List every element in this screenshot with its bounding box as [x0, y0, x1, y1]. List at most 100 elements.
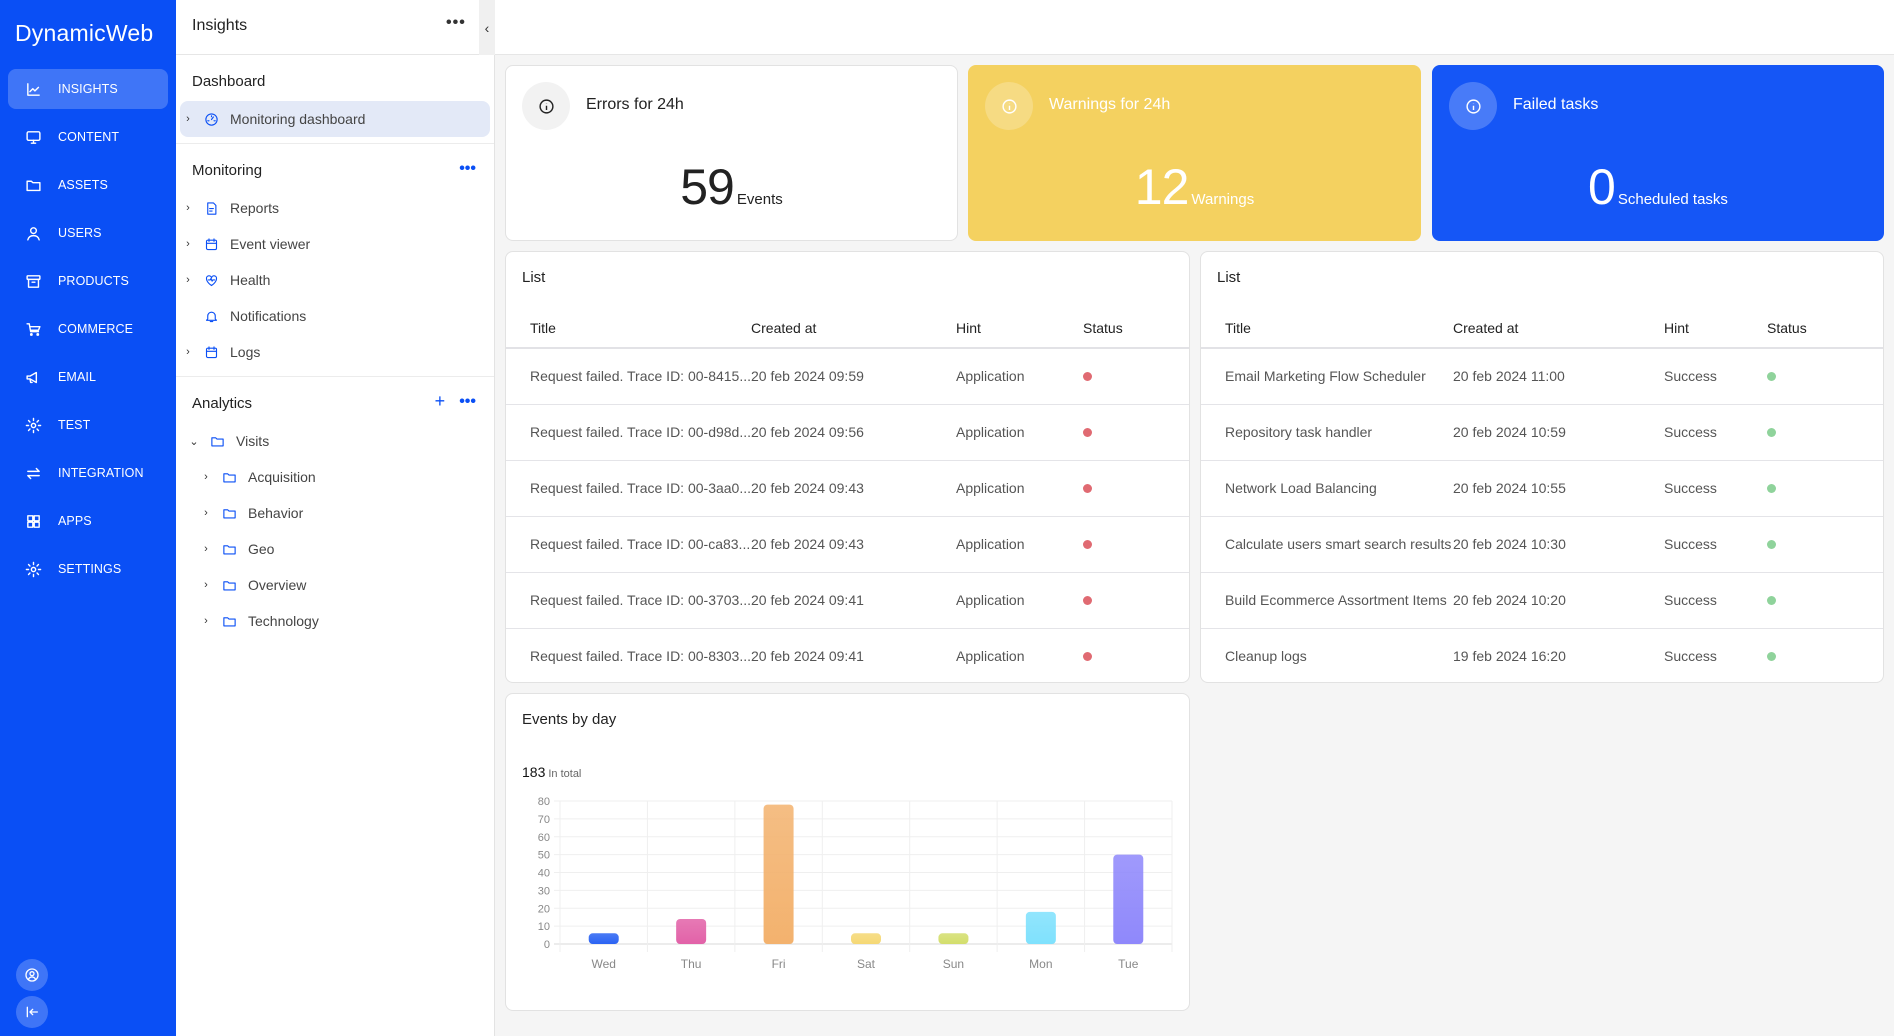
x-tick-label: Tue: [1118, 957, 1139, 971]
cell-created: 20 feb 2024 11:00: [1453, 348, 1664, 405]
cell-hint: Application: [956, 348, 1084, 405]
tree-item-label: Reports: [230, 200, 280, 216]
column-header-created[interactable]: Created at: [1453, 308, 1664, 349]
warnings-stat-card[interactable]: Warnings for 24h 12 Warnings: [968, 65, 1421, 241]
tree-item-event-viewer[interactable]: › Event viewer: [176, 226, 494, 262]
table-row[interactable]: Repository task handler 20 feb 2024 10:59…: [1201, 404, 1883, 461]
table-row[interactable]: Request failed. Trace ID: 00-3aa0... 20 f…: [506, 460, 1189, 517]
chevron-right-icon[interactable]: ›: [182, 202, 194, 214]
column-header-status[interactable]: Status: [1767, 308, 1883, 349]
nav-item-label: CONTENT: [58, 130, 120, 144]
nav-item-apps[interactable]: APPS: [8, 501, 168, 541]
chevron-right-icon[interactable]: ›: [182, 238, 194, 250]
nav-item-integration[interactable]: INTEGRATION: [8, 453, 168, 493]
tree-item-monitoring-dashboard[interactable]: › Monitoring dashboard: [180, 101, 490, 137]
table-row[interactable]: Email Marketing Flow Scheduler 20 feb 202…: [1201, 348, 1883, 405]
events-by-day-card: Events by day 183 In total 0 10 20 30 40 50 60 7…: [505, 693, 1190, 1011]
cell-status: [1767, 572, 1883, 629]
brand-logo[interactable]: DynamicWeb: [15, 20, 153, 47]
cell-title: Email Marketing Flow Scheduler: [1201, 348, 1453, 405]
cell-created: 20 feb 2024 09:41: [751, 648, 864, 665]
stat-unit: Events: [736, 191, 783, 208]
stat-unit: Warnings: [1191, 191, 1255, 208]
nav-item-email[interactable]: EMAIL: [8, 357, 168, 397]
chevron-right-icon[interactable]: ›: [200, 471, 212, 483]
column-header-title[interactable]: Title: [1201, 308, 1453, 349]
nav-item-insights[interactable]: INSIGHTS: [8, 69, 168, 109]
events-bar-chart: 0 10 20 30 40 50 60 70 80 Wed Thu Fri Sat Sun Mon Tue: [538, 796, 1173, 971]
tree-item-notifications[interactable]: Notifications: [176, 298, 494, 334]
collapse-panel-button[interactable]: ‹: [479, 0, 495, 55]
tree-more-button[interactable]: •••: [446, 14, 466, 32]
section-more-button[interactable]: •••: [459, 393, 476, 411]
tree-item-logs[interactable]: › Logs: [176, 334, 494, 370]
column-header-status[interactable]: Status: [1083, 308, 1189, 349]
cell-created: 20 feb 2024 10:20: [1453, 572, 1664, 629]
column-header-hint[interactable]: Hint: [1664, 308, 1767, 349]
tree-item-visits[interactable]: ⌄ Visits: [176, 423, 494, 459]
section-more-button[interactable]: •••: [459, 160, 476, 178]
table-row[interactable]: Request failed. Trace ID: 00-d98d... 20 f…: [506, 404, 1189, 461]
chevron-right-icon[interactable]: ›: [182, 274, 194, 286]
column-header-created[interactable]: Created at: [751, 308, 957, 349]
nav-item-users[interactable]: USERS: [8, 213, 168, 253]
stat-title: Failed tasks: [1513, 96, 1599, 113]
stat-number: 59: [680, 159, 735, 215]
nav-item-assets[interactable]: ASSETS: [8, 165, 168, 205]
tree-item-reports[interactable]: › Reports: [176, 190, 494, 226]
cell-status: [1083, 572, 1189, 629]
tree-item-acquisition[interactable]: › Acquisition: [176, 459, 494, 495]
column-header-title[interactable]: Title: [506, 308, 752, 349]
report-icon: [202, 199, 220, 217]
nav-item-content[interactable]: CONTENT: [8, 117, 168, 157]
chevron-right-icon[interactable]: ›: [200, 507, 212, 519]
table-row[interactable]: Build Ecommerce Assortment Items 20 feb 2…: [1201, 572, 1883, 629]
errors-table: Title Created at Hint Status Request fai…: [506, 308, 1189, 684]
nav-item-products[interactable]: PRODUCTS: [8, 261, 168, 301]
table-row[interactable]: Request failed. Trace ID: 00-3703... 20 f…: [506, 572, 1189, 629]
collapse-nav-button[interactable]: [16, 996, 48, 1028]
table-row[interactable]: Network Load Balancing 20 feb 2024 10:55 S…: [1201, 460, 1883, 517]
tree-item-geo[interactable]: › Geo: [176, 531, 494, 567]
nav-item-label: INTEGRATION: [58, 466, 144, 480]
nav-item-test[interactable]: TEST: [8, 405, 168, 445]
tree-item-technology[interactable]: › Technology: [176, 603, 494, 639]
chevron-right-icon[interactable]: ›: [182, 113, 194, 125]
chevron-right-icon[interactable]: ›: [200, 543, 212, 555]
megaphone-icon: [24, 368, 42, 386]
nav-item-settings[interactable]: SETTINGS: [8, 549, 168, 589]
table-row[interactable]: Calculate users smart search results 20 f…: [1201, 516, 1883, 573]
gauge-icon: [202, 110, 220, 128]
nav-item-label: ASSETS: [58, 178, 108, 192]
analytics-children: › Acquisition › Behavior › Geo › Overview › Techn…: [176, 459, 494, 639]
add-button[interactable]: +: [435, 392, 446, 411]
column-header-hint[interactable]: Hint: [956, 308, 1084, 349]
section-analytics: Analytics + ••• ⌄ Visits › Acquisition › Be…: [176, 377, 494, 639]
chevron-right-icon[interactable]: ›: [200, 615, 212, 627]
list-title: List: [1217, 269, 1241, 286]
table-row[interactable]: Request failed. Trace ID: 00-8303... 20 f…: [506, 628, 1189, 684]
y-tick-label: 30: [538, 885, 550, 897]
failed-tasks-stat-card[interactable]: Failed tasks 0 Scheduled tasks: [1432, 65, 1884, 241]
table-row[interactable]: Cleanup logs 19 feb 2024 16:20 Success: [1201, 628, 1883, 684]
calendar-icon: [202, 343, 220, 361]
table-row[interactable]: Request failed. Trace ID: 00-8415... 20 f…: [506, 348, 1189, 405]
profile-button[interactable]: [16, 959, 48, 991]
info-icon: [522, 82, 570, 130]
section-dashboard: Dashboard › Monitoring dashboard: [176, 55, 494, 144]
nav-item-commerce[interactable]: COMMERCE: [8, 309, 168, 349]
cell-hint: Application: [956, 572, 1084, 629]
tree-item-behavior[interactable]: › Behavior: [176, 495, 494, 531]
tree-item-overview[interactable]: › Overview: [176, 567, 494, 603]
chevron-down-icon[interactable]: ⌄: [188, 435, 200, 448]
chevron-right-icon[interactable]: ›: [200, 579, 212, 591]
cell-title: Repository task handler: [1201, 404, 1453, 461]
cell-created: 20 feb 2024 09:43: [751, 516, 957, 573]
cell-hint: Success: [1664, 460, 1767, 517]
tree-item-health[interactable]: › Health: [176, 262, 494, 298]
errors-stat-card[interactable]: Errors for 24h 59 Events: [505, 65, 958, 241]
cell-created: 20 feb 2024 09:59: [751, 348, 957, 405]
chevron-right-icon[interactable]: ›: [182, 346, 194, 358]
y-tick-label: 80: [538, 796, 550, 808]
table-row[interactable]: Request failed. Trace ID: 00-ca83... 20 f…: [506, 516, 1189, 573]
